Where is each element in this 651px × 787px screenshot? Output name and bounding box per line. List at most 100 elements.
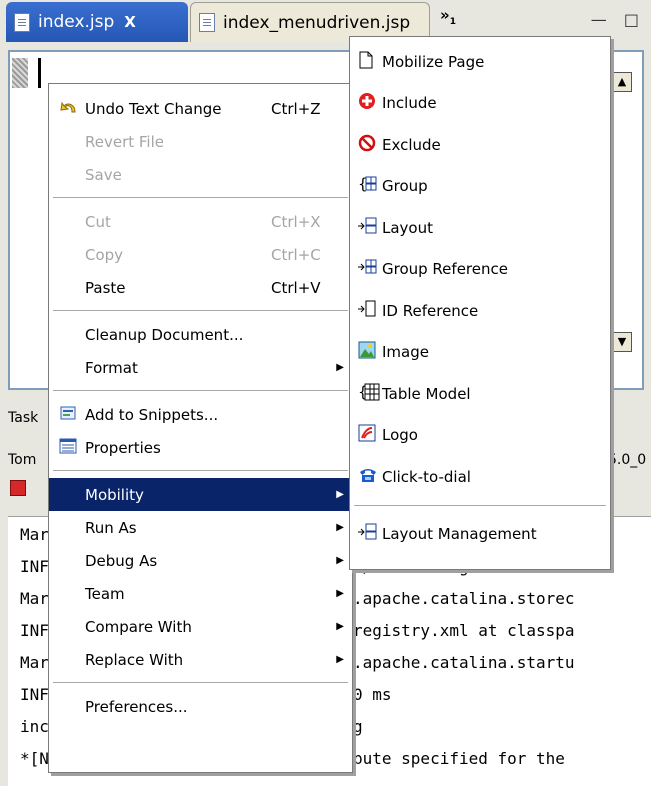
submenu-item-include[interactable]: Include [350, 83, 610, 125]
tab-label: index.jsp [38, 12, 115, 32]
submenu-item-exclude[interactable]: Exclude [350, 124, 610, 166]
menu-item-label: Paste [85, 278, 126, 297]
submenu-item-mobilize-page[interactable]: Mobilize Page [350, 41, 610, 83]
console-line: INF [20, 621, 49, 640]
mobility-submenu: Mobilize Page Include Exclude{Group Layout G… [349, 36, 611, 570]
menu-item-label: Properties [85, 438, 161, 457]
menu-item-revert-file[interactable]: Revert File [49, 125, 352, 158]
submenu-item-label: Group Reference [382, 260, 508, 279]
menu-item-label: Format [85, 358, 138, 377]
console-line: *[N [20, 749, 49, 768]
submenu-item-group[interactable]: {Group [350, 166, 610, 208]
submenu-arrow-icon: ▶ [336, 555, 344, 566]
submenu-item-label: Exclude [382, 135, 441, 154]
submenu-item-label: Layout [382, 218, 433, 237]
submenu-item-label: ID Reference [382, 301, 479, 320]
menu-item-compare-with[interactable]: Compare With ▶ [49, 610, 352, 643]
menu-item-copy[interactable]: Copy Ctrl+C [49, 238, 352, 271]
submenu-item-id-reference[interactable]: ID Reference [350, 290, 610, 332]
menu-item-cleanup-document[interactable]: Cleanup Document... [49, 318, 352, 351]
stop-icon[interactable] [10, 480, 26, 496]
submenu-item-layout[interactable]: Layout [350, 207, 610, 249]
menu-item-run-as[interactable]: Run As ▶ [49, 511, 352, 544]
table-model-icon: { [358, 383, 380, 405]
scroll-down-button[interactable]: ▼ [612, 332, 632, 352]
menu-item-team[interactable]: Team ▶ [49, 577, 352, 610]
menu-item-label: Add to Snippets... [85, 405, 219, 424]
submenu-arrow-icon: ▶ [336, 654, 344, 665]
menu-item-add-to-snippets[interactable]: Add to Snippets... [49, 398, 352, 431]
tab-index-jsp[interactable]: index.jsp X [6, 2, 188, 42]
menu-item-undo-text-change[interactable]: Undo Text Change Ctrl+Z [49, 92, 352, 125]
console-line: inc [20, 717, 49, 736]
jsp-file-icon [14, 12, 30, 32]
include-icon [358, 92, 376, 114]
tab-tasks[interactable]: Task [8, 410, 38, 426]
console-line: INF [20, 685, 49, 704]
submenu-item-image[interactable]: Image [350, 332, 610, 374]
submenu-item-logo[interactable]: Logo [350, 415, 610, 457]
menu-item-properties[interactable]: Properties [49, 431, 352, 464]
menu-item-mobility[interactable]: Mobility ▶ [49, 478, 352, 511]
snippets-icon [59, 404, 77, 426]
phone-icon [358, 466, 378, 488]
menu-item-shortcut: Ctrl+C [271, 245, 321, 264]
annotation-marker [12, 58, 28, 88]
menu-item-replace-with[interactable]: Replace With ▶ [49, 643, 352, 676]
submenu-item-layout-management[interactable]: Layout Management [350, 514, 610, 556]
group-reference-icon [358, 258, 378, 280]
jsp-file-icon [199, 13, 215, 32]
console-line-text: .apache.catalina.startu [353, 653, 575, 672]
console-line-text: g [353, 717, 363, 736]
text-caret [38, 58, 41, 88]
menu-item-preferences[interactable]: Preferences... [49, 690, 352, 723]
menu-item-format[interactable]: Format ▶ [49, 351, 352, 384]
layout-icon [358, 217, 378, 239]
submenu-item-table-model[interactable]: {Table Model [350, 373, 610, 415]
submenu-item-label: Group [382, 177, 428, 196]
console-line-text: bute specified for the [353, 749, 565, 768]
context-menu: Undo Text Change Ctrl+Z Revert File Save Cut… [48, 83, 353, 773]
menu-item-cut[interactable]: Cut Ctrl+X [49, 205, 352, 238]
menu-item-shortcut: Ctrl+Z [271, 99, 321, 118]
menu-item-label: Copy [85, 245, 124, 264]
menu-item-label: Preferences... [85, 697, 188, 716]
console-line: Mar [20, 653, 49, 672]
menu-item-label: Revert File [85, 132, 164, 151]
submenu-item-label: Mobilize Page [382, 52, 485, 71]
menu-item-shortcut: Ctrl+X [271, 212, 321, 231]
menu-item-paste[interactable]: Paste Ctrl+V [49, 271, 352, 304]
server-label: Tom [8, 452, 37, 468]
chevron-double-right-icon: » [440, 6, 450, 24]
scroll-up-button[interactable]: ▲ [612, 72, 632, 92]
console-line-text: 0 ms [353, 685, 392, 704]
properties-icon [59, 438, 77, 458]
submenu-item-click-to-dial[interactable]: Click-to-dial [350, 456, 610, 498]
menu-item-label: Replace With [85, 650, 184, 669]
submenu-item-label: Layout Management [382, 525, 537, 544]
exclude-icon [358, 134, 376, 156]
submenu-arrow-icon: ▶ [336, 621, 344, 632]
logo-icon [358, 424, 376, 446]
submenu-item-label: Click-to-dial [382, 467, 471, 486]
menu-separator [354, 504, 606, 507]
tab-label: index_menudriven.jsp [223, 12, 411, 33]
submenu-item-label: Table Model [382, 384, 471, 403]
menu-item-label: Save [85, 165, 122, 184]
menu-item-label: Cut [85, 212, 111, 231]
menu-item-save[interactable]: Save [49, 158, 352, 191]
submenu-arrow-icon: ▶ [336, 362, 344, 373]
menu-item-debug-as[interactable]: Debug As ▶ [49, 544, 352, 577]
menu-item-label: Undo Text Change [85, 99, 222, 118]
layout-management-icon [358, 523, 378, 545]
submenu-item-label: Image [382, 343, 429, 362]
tab-overflow-button[interactable]: »1 [440, 6, 456, 27]
submenu-arrow-icon: ▶ [336, 489, 344, 500]
view-controls[interactable]: — □ [591, 10, 645, 29]
menu-separator [53, 470, 348, 472]
console-line: Mar [20, 589, 49, 608]
menu-separator [53, 682, 348, 684]
submenu-item-group-reference[interactable]: Group Reference [350, 249, 610, 291]
close-icon[interactable]: X [124, 13, 136, 31]
id-reference-icon [358, 300, 378, 322]
